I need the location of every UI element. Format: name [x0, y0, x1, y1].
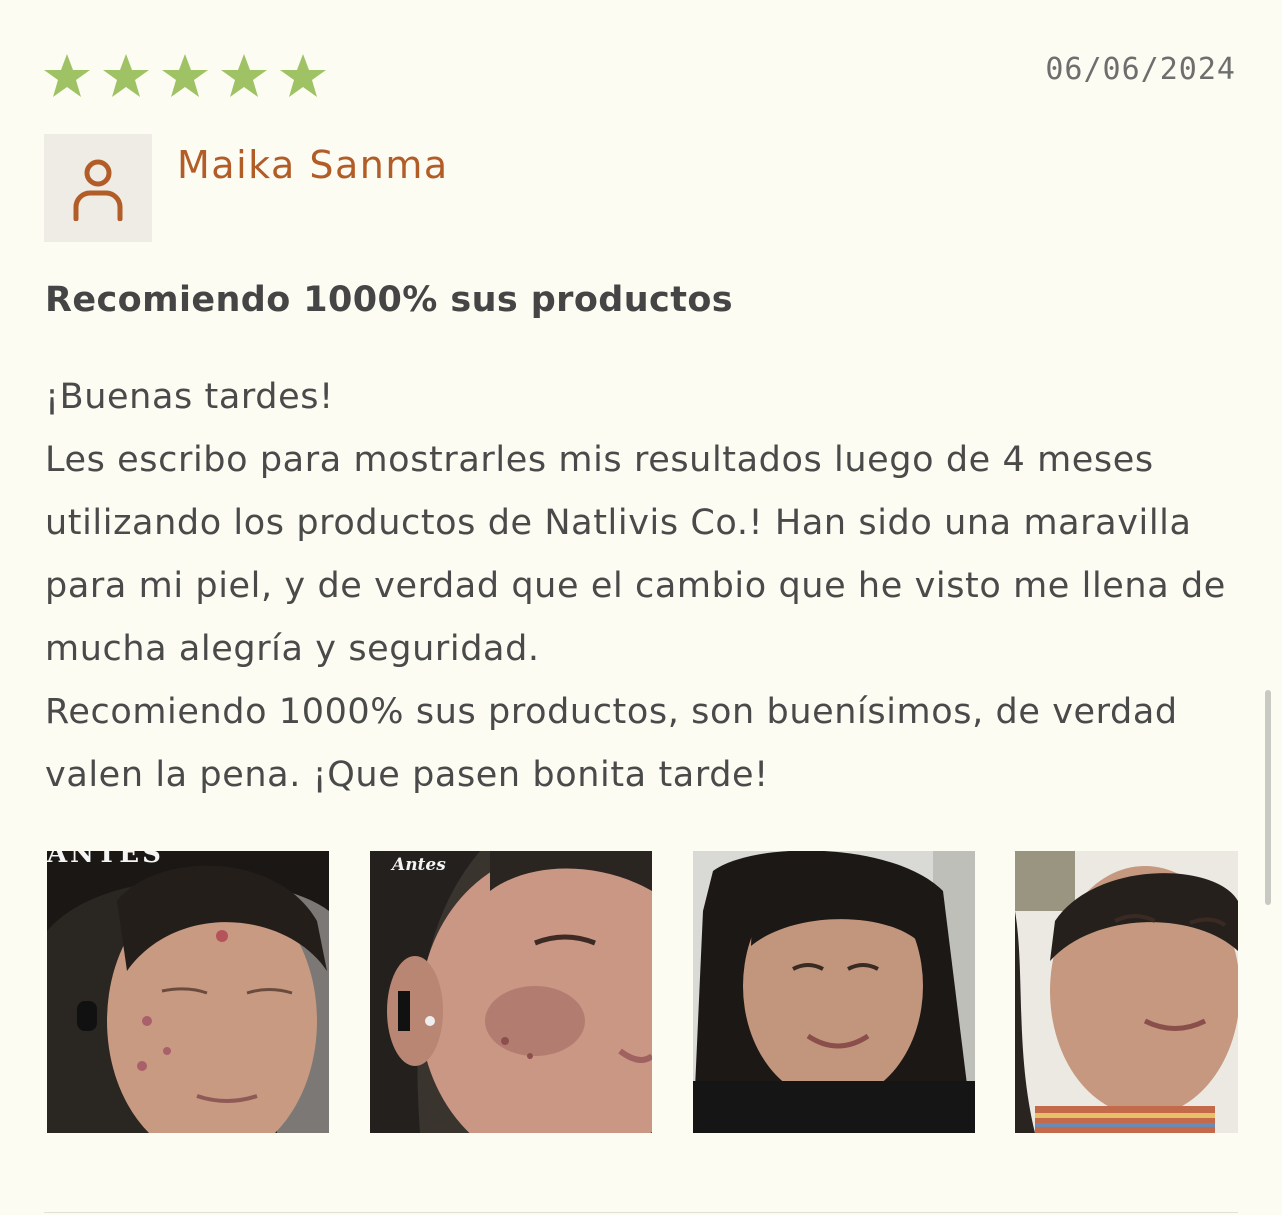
avatar	[44, 134, 152, 242]
review-body: ¡Buenas tardes! Les escribo para mostrar…	[45, 366, 1245, 807]
review-body-line: Recomiendo 1000% sus productos, son buen…	[45, 692, 1178, 795]
scrollbar[interactable]	[1265, 690, 1271, 905]
review-card: 06/06/2024 Maika Sanma Recomiendo 1000% …	[0, 0, 1282, 1215]
star-icon	[160, 52, 210, 102]
review-body-line: ¡Buenas tardes!	[45, 377, 334, 417]
photo-label: ANTES	[47, 851, 164, 869]
star-icon	[219, 52, 269, 102]
star-icon	[42, 52, 92, 102]
review-photo-after-2[interactable]	[1015, 851, 1238, 1133]
divider	[44, 1212, 1238, 1213]
review-photo-after-1[interactable]	[693, 851, 975, 1133]
star-icon	[101, 52, 151, 102]
photo-label: Antes	[392, 855, 446, 875]
review-photo-before-1[interactable]: ANTES	[47, 851, 329, 1133]
review-date: 06/06/2024	[1045, 52, 1236, 87]
star-icon	[278, 52, 328, 102]
review-photo-before-2[interactable]: Antes	[370, 851, 652, 1133]
user-icon	[73, 159, 123, 221]
review-title: Recomiendo 1000% sus productos	[45, 280, 734, 320]
star-rating	[42, 52, 328, 102]
author-name: Maika Sanma	[177, 143, 449, 187]
review-body-line: Les escribo para mostrarles mis resultad…	[45, 440, 1226, 669]
